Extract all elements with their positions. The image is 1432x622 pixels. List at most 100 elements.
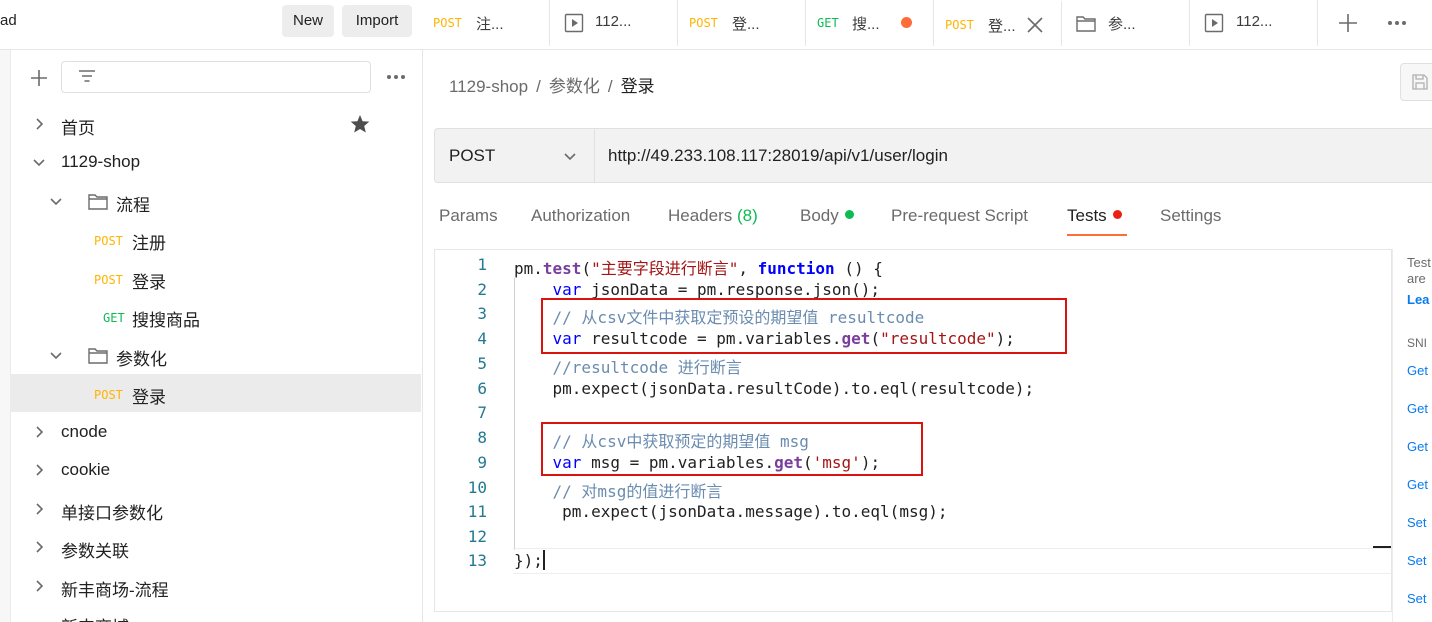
snippet-link[interactable]: Set: [1407, 553, 1427, 568]
method-select-value: POST: [449, 146, 496, 165]
tab-folder[interactable]: 参...: [1062, 0, 1190, 46]
tab-request[interactable]: POST 注...: [422, 0, 550, 46]
chevron-right-icon[interactable]: [31, 578, 47, 594]
snippets-heading: SNI: [1407, 336, 1428, 350]
tree-item-collection[interactable]: 新丰商场-流程: [11, 567, 421, 605]
line-number: 4: [477, 329, 487, 348]
tab-pre-request-script[interactable]: Pre-request Script: [891, 206, 1028, 226]
tab-request[interactable]: POST 登...: [678, 0, 806, 46]
snippet-link[interactable]: Get: [1407, 477, 1428, 492]
tab-settings[interactable]: Settings: [1160, 206, 1221, 226]
add-icon[interactable]: [30, 69, 48, 87]
tree-item-collection[interactable]: 参数关联: [11, 528, 421, 566]
tree-item-collection[interactable]: 新丰商城: [11, 604, 421, 622]
current-line-highlight: [513, 548, 1391, 574]
body-status-dot: [844, 210, 854, 219]
tree-item-folder[interactable]: 参数化: [11, 336, 421, 374]
line-number: 6: [477, 379, 487, 398]
new-button[interactable]: New: [282, 5, 334, 37]
chevron-right-icon[interactable]: [31, 501, 47, 517]
tab-authorization[interactable]: Authorization: [531, 206, 630, 226]
tab-request-active[interactable]: POST 登...: [934, 0, 1062, 46]
tree-item-label: cnode: [61, 422, 108, 441]
chevron-right-icon[interactable]: [31, 424, 47, 440]
play-icon: [564, 13, 584, 33]
scroll-marker: [1373, 546, 1391, 548]
snippet-link[interactable]: Get: [1407, 401, 1428, 416]
line-number: 1: [477, 255, 487, 274]
learn-more-link[interactable]: Lea: [1407, 292, 1429, 307]
tab-headers[interactable]: Headers (8): [668, 206, 758, 226]
url-input[interactable]: http://49.233.108.117:28019/api/v1/user/…: [608, 146, 948, 166]
tree-item-label: 登录: [132, 273, 166, 292]
code-line: pm.expect(jsonData.resultCode).to.eql(re…: [514, 379, 1035, 398]
tree-item-collection[interactable]: cnode: [11, 413, 421, 451]
tree-item-collection[interactable]: cookie: [11, 451, 421, 489]
breadcrumb-folder[interactable]: 参数化: [549, 77, 600, 96]
save-button[interactable]: [1400, 63, 1432, 101]
line-number: 3: [477, 304, 487, 323]
tree-item-request[interactable]: POST 登录: [11, 259, 421, 297]
line-number: 12: [467, 527, 487, 546]
tree-item-collection[interactable]: 1129-shop: [11, 143, 421, 181]
tree-item-label: 搜搜商品: [132, 311, 200, 330]
workspace-title[interactable]: ad: [0, 12, 17, 29]
code-token: var: [552, 280, 582, 299]
chevron-right-icon[interactable]: [31, 539, 47, 555]
line-number: 9: [477, 453, 487, 472]
breadcrumb-request[interactable]: 登录: [621, 77, 655, 96]
filter-input[interactable]: [61, 61, 371, 93]
tab-label: 登...: [732, 16, 760, 33]
tests-code-editor[interactable]: 1 2 3 4 5 6 7 8 9 10 11 12 13 pm.test("主…: [434, 249, 1392, 612]
tree-item-collection[interactable]: 单接口参数化: [11, 490, 421, 528]
new-tab-icon[interactable]: [1338, 13, 1358, 33]
tree-item-label: 新丰商场-流程: [61, 581, 169, 600]
save-icon: [1412, 74, 1428, 90]
import-button[interactable]: Import: [342, 5, 412, 37]
tab-options-icon[interactable]: [1387, 18, 1407, 28]
code-line: var jsonData = pm.response.json();: [514, 280, 881, 299]
code-line: pm.test("主要字段进行断言", function () {: [514, 255, 883, 279]
tab-runner[interactable]: 112...: [1190, 0, 1318, 46]
code-token: ,: [738, 259, 758, 278]
snippet-link[interactable]: Get: [1407, 363, 1428, 378]
more-options-icon[interactable]: [386, 72, 406, 82]
tab-request[interactable]: GET 搜...: [806, 0, 934, 46]
line-number: 13: [467, 551, 487, 570]
tree-item-folder[interactable]: 流程: [11, 182, 421, 220]
snippet-link[interactable]: Get: [1407, 439, 1428, 454]
tree-item-label: 参数化: [116, 350, 167, 369]
method-badge: POST: [94, 388, 123, 402]
tree-item-label: 参数关联: [61, 542, 129, 561]
breadcrumb-separator: /: [607, 77, 613, 96]
code-line: //resultcode 进行断言: [514, 358, 742, 377]
code-token: test: [542, 259, 582, 278]
code-line: pm.expect(jsonData.message).to.eql(msg);: [514, 502, 948, 521]
snippet-link[interactable]: Set: [1407, 515, 1427, 530]
method-select[interactable]: POST: [435, 129, 595, 182]
chevron-down-icon[interactable]: [31, 154, 47, 170]
chevron-right-icon[interactable]: [31, 116, 47, 132]
play-icon: [1204, 13, 1224, 33]
tab-body[interactable]: Body: [800, 206, 854, 226]
chevron-down-icon[interactable]: [48, 347, 64, 363]
line-number: 2: [477, 280, 487, 299]
chevron-down-icon[interactable]: [48, 193, 64, 209]
request-tabs-bar: POST 注... 112... POST 登... GET 搜... POST…: [422, 0, 1432, 50]
tree-item-request-selected[interactable]: POST 登录: [11, 374, 421, 412]
tree-item-home[interactable]: 首页: [11, 105, 421, 143]
breadcrumb-collection[interactable]: 1129-shop: [449, 77, 528, 96]
tab-tests[interactable]: Tests: [1067, 206, 1122, 226]
tab-runner[interactable]: 112...: [550, 0, 678, 46]
chevron-right-icon[interactable]: [31, 462, 47, 478]
tests-status-dot: [1112, 210, 1122, 219]
tab-headers-label: Headers: [668, 206, 733, 225]
tree-item-request[interactable]: POST 注册: [11, 220, 421, 258]
snippet-link[interactable]: Set: [1407, 591, 1427, 606]
tree-item-request[interactable]: GET 搜搜商品: [11, 297, 421, 335]
tree-item-label: 注册: [132, 234, 166, 253]
close-icon[interactable]: [1026, 16, 1044, 34]
star-icon[interactable]: [350, 114, 370, 134]
tab-label: 注...: [476, 16, 504, 33]
tab-params[interactable]: Params: [439, 206, 498, 226]
